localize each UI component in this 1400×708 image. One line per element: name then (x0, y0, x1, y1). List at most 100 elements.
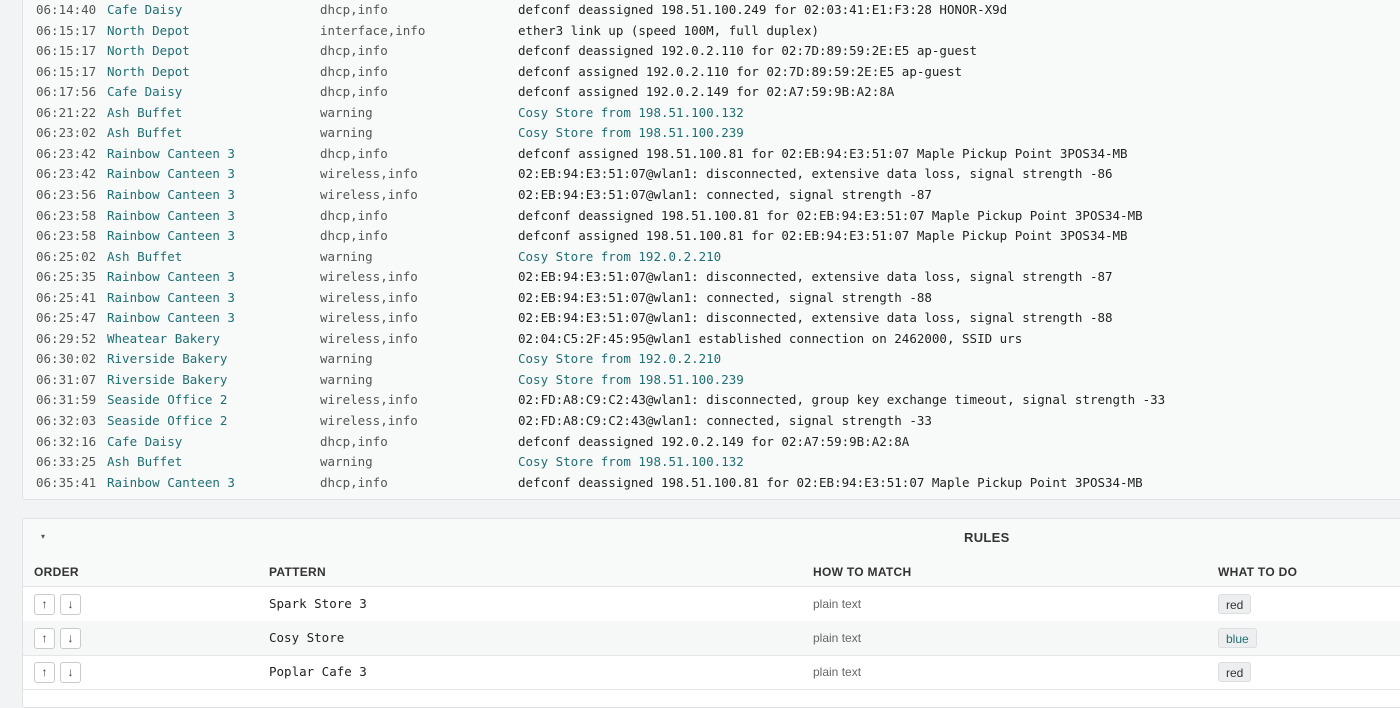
rules-column-headers: ORDER PATTERN HOW TO MATCH WHAT TO DO (23, 557, 1400, 587)
rule-row: ↑ ↓ Cosy Store plain text blue (23, 621, 1400, 656)
log-message: Cosy Store from 198.51.100.239 (518, 125, 744, 141)
move-up-button[interactable]: ↑ (34, 662, 55, 683)
log-topics: wireless,info (320, 269, 418, 285)
log-message: 02:EB:94:E3:51:07@wlan1: connected, sign… (518, 186, 932, 202)
log-time: 06:32:03 (36, 413, 97, 428)
log-time: 06:23:42 (36, 145, 97, 161)
rule-match-type: plain text (813, 665, 862, 679)
log-time: 06:29:52 (36, 330, 97, 346)
log-message: defconf assigned 192.0.2.110 for 02:7D:8… (518, 63, 963, 79)
log-time: 06:25:47 (36, 310, 97, 326)
column-header-pattern[interactable]: PATTERN (269, 565, 326, 579)
log-source: Rainbow Canteen 3 (107, 145, 235, 161)
move-up-button[interactable]: ↑ (34, 594, 55, 615)
log-topics: wireless,info (320, 186, 418, 202)
rules-header: ▾ RULES (23, 519, 1400, 558)
log-source: Ash Buffet (107, 125, 183, 141)
log-source: Rainbow Canteen 3 (107, 474, 235, 490)
log-topics: dhcp,info (320, 84, 388, 100)
log-topics: dhcp,info (320, 43, 388, 59)
log-topics: dhcp,info (320, 207, 388, 223)
log-topics: warning (320, 371, 373, 387)
log-source: Rainbow Canteen 3 (107, 207, 235, 223)
log-topics: warning (320, 125, 373, 141)
log-time: 06:17:56 (36, 84, 97, 100)
log-time: 06:25:02 (36, 248, 97, 264)
log-time: 06:23:42 (36, 166, 97, 182)
log-source: Rainbow Canteen 3 (107, 289, 235, 305)
rule-match-type: plain text (813, 631, 862, 645)
log-time: 06:21:22 (36, 104, 97, 120)
log-topics: warning (320, 104, 373, 120)
move-down-button[interactable]: ↓ (60, 594, 81, 615)
log-message: defconf deassigned 198.51.100.81 for 02:… (518, 207, 1143, 223)
log-topics: dhcp,info (320, 433, 388, 449)
log-source: Seaside Office 2 (107, 413, 228, 428)
log-time: 06:23:02 (36, 125, 97, 141)
rule-row: ↑ ↓ Spark Store 3 plain text red (23, 587, 1400, 622)
log-message: 02:FD:A8:C9:C2:43@wlan1: disconnected, g… (518, 392, 1166, 408)
log-topics: dhcp,info (320, 145, 388, 161)
log-topics: warning (320, 454, 373, 470)
log-message: Cosy Store from 192.0.2.210 (518, 351, 722, 367)
log-time: 06:35:41 (36, 474, 97, 490)
rule-action-badge[interactable]: blue (1218, 628, 1257, 648)
log-time: 06:31:59 (36, 392, 97, 408)
column-header-what-to-do[interactable]: WHAT TO DO (1218, 565, 1297, 579)
log-message: ether3 link up (speed 100M, full duplex) (518, 22, 820, 38)
rule-pattern: Spark Store 3 (269, 596, 367, 611)
move-down-button[interactable]: ↓ (60, 628, 81, 649)
rules-title: RULES (964, 530, 1010, 545)
log-source: North Depot (107, 22, 190, 38)
log-time: 06:15:17 (36, 22, 97, 38)
log-source: Rainbow Canteen 3 (107, 166, 235, 182)
log-message: defconf deassigned 192.0.2.110 for 02:7D… (518, 43, 978, 59)
column-header-order[interactable]: ORDER (34, 565, 79, 579)
log-message: defconf assigned 192.0.2.149 for 02:A7:5… (518, 84, 895, 100)
log-message: Cosy Store from 198.51.100.239 (518, 371, 744, 387)
rule-row: ↑ ↓ Poplar Cafe 3 plain text red (23, 655, 1400, 690)
rule-action-badge[interactable]: red (1218, 662, 1252, 682)
log-time: 06:31:07 (36, 371, 97, 387)
log-message: 02:04:C5:2F:45:95@wlan1 established conn… (518, 330, 1023, 346)
log-topics: wireless,info (320, 166, 418, 182)
log-source: Ash Buffet (107, 248, 183, 264)
log-topics: interface,info (320, 22, 426, 38)
log-message: 02:EB:94:E3:51:07@wlan1: disconnected, e… (518, 166, 1113, 182)
log-message: Cosy Store from 198.51.100.132 (518, 104, 744, 120)
log-time: 06:25:41 (36, 289, 97, 305)
log-message: defconf deassigned 198.51.100.81 for 02:… (518, 474, 1143, 490)
log-topics: wireless,info (320, 310, 418, 326)
log-source: North Depot (107, 43, 190, 59)
move-up-button[interactable]: ↑ (34, 628, 55, 649)
log-message: Cosy Store from 192.0.2.210 (518, 248, 722, 264)
log-topics: dhcp,info (320, 228, 388, 244)
log-topics: dhcp,info (320, 474, 388, 490)
log-message: defconf deassigned 198.51.100.249 for 02… (518, 2, 1008, 17)
log-time: 06:15:17 (36, 63, 97, 79)
column-header-how-to-match[interactable]: HOW TO MATCH (813, 565, 911, 579)
log-topics: dhcp,info (320, 63, 388, 79)
log-panel: 06:14:40 Cafe Daisy dhcp,info defconf deass… (22, 0, 1400, 500)
log-message: 02:FD:A8:C9:C2:43@wlan1: connected, sign… (518, 413, 932, 428)
log-topics: wireless,info (320, 289, 418, 305)
log-topics: dhcp,info (320, 2, 388, 17)
log-time: 06:30:02 (36, 351, 97, 367)
log-source: Seaside Office 2 (107, 392, 228, 408)
log-topics: wireless,info (320, 330, 418, 346)
log-time: 06:14:40 (36, 2, 97, 17)
log-time: 06:23:58 (36, 228, 97, 244)
log-source: Riverside Bakery (107, 351, 228, 367)
log-source: Cafe Daisy (107, 84, 183, 100)
collapse-toggle-icon[interactable]: ▾ (37, 531, 49, 543)
log-source: Rainbow Canteen 3 (107, 228, 235, 244)
log-time: 06:23:58 (36, 207, 97, 223)
log-topics: warning (320, 248, 373, 264)
log-source: Rainbow Canteen 3 (107, 269, 235, 285)
rule-action-badge[interactable]: red (1218, 594, 1252, 614)
log-topics: warning (320, 351, 373, 367)
move-down-button[interactable]: ↓ (60, 662, 81, 683)
log-time: 06:32:16 (36, 433, 97, 449)
log-source: Riverside Bakery (107, 371, 228, 387)
log-message: Cosy Store from 198.51.100.132 (518, 454, 744, 470)
